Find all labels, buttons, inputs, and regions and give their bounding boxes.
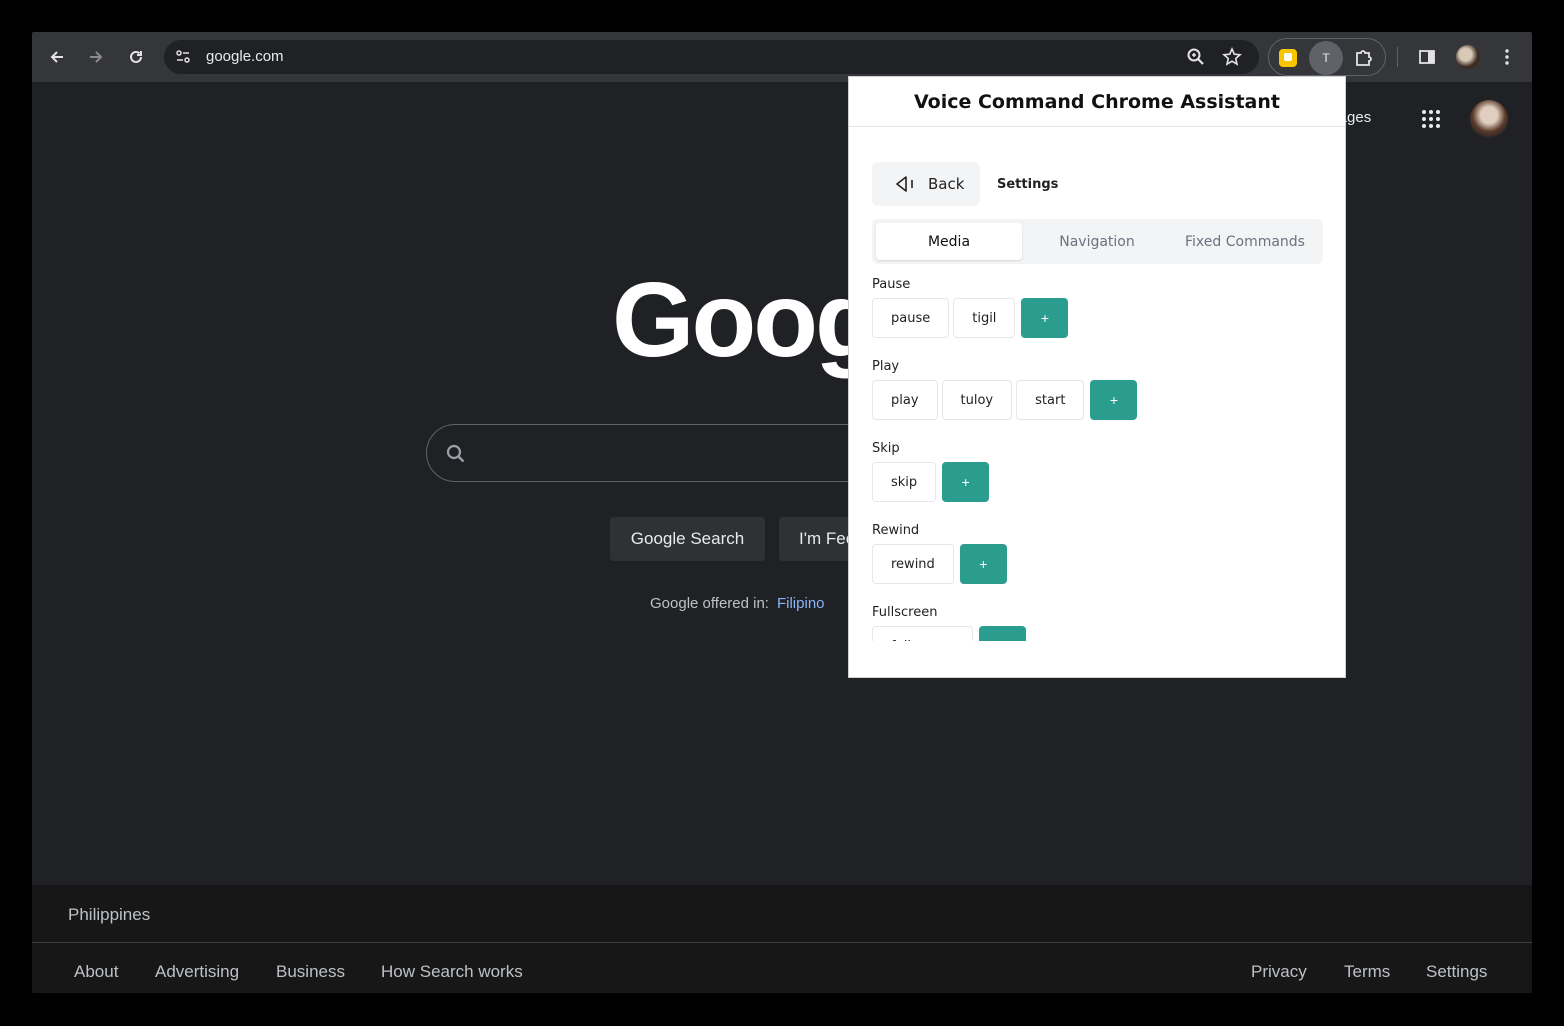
footer-link-settings[interactable]: Settings [1426,962,1487,982]
command-chip[interactable]: play [872,380,938,420]
settings-heading: Settings [997,177,1059,192]
back-arrow-icon [896,176,913,192]
google-footer: Philippines About Advertising Business H… [32,885,1532,993]
extension-popup: Voice Command Chrome Assistant Back Sett… [848,76,1346,678]
group-label-pause: Pause [872,277,911,292]
group-label-rewind: Rewind [872,523,920,538]
forward-arrow-icon[interactable] [81,42,111,72]
group-label-fullscreen: Fullscreen [872,605,938,620]
popup-title: Voice Command Chrome Assistant [849,77,1345,127]
add-command-button[interactable]: + [942,462,990,502]
extensions-group: T [1268,38,1386,76]
command-chip[interactable]: tigil [953,298,1016,338]
url-text[interactable]: google.com [206,48,284,65]
browser-toolbar: google.com T [32,32,1532,82]
side-panel-icon[interactable] [1412,42,1442,72]
menu-kebab-icon[interactable] [1492,42,1522,72]
footer-link-about[interactable]: About [74,962,118,982]
footer-link-terms[interactable]: Terms [1344,962,1390,982]
bookmark-star-icon[interactable] [1222,47,1242,67]
popup-content[interactable]: Back Settings Media Navigation Fixed Com… [849,128,1345,641]
add-command-button[interactable]: + [1090,380,1138,420]
voice-command-extension-icon[interactable]: T [1309,41,1343,75]
browser-window: google.com T Images Google Google Search… [32,32,1532,993]
command-chip[interactable]: tuloy [941,380,1013,420]
footer-link-how-search-works[interactable]: How Search works [381,962,523,982]
command-chip[interactable]: rewind [872,544,954,584]
search-icon [446,444,465,463]
command-chips-rewind: rewind + [872,544,1007,584]
command-chips-play: play tuloy start + [872,380,1138,420]
site-info-icon[interactable] [174,48,192,66]
command-chips-fullscreen: fullscreen + [872,626,1027,641]
apps-grid-icon[interactable] [1420,108,1442,130]
zoom-icon[interactable] [1186,47,1206,67]
back-label: Back [928,175,965,193]
tab-fixed-commands[interactable]: Fixed Commands [1172,223,1318,260]
footer-link-advertising[interactable]: Advertising [155,962,239,982]
extension-yellow-icon[interactable] [1279,49,1297,67]
language-offer: Google offered in: Filipino [650,595,825,612]
google-account-avatar[interactable] [1470,100,1508,138]
back-arrow-icon[interactable] [42,42,72,72]
group-label-play: Play [872,359,900,374]
add-command-button[interactable]: + [959,544,1007,584]
group-label-skip: Skip [872,441,900,456]
profile-avatar[interactable] [1456,45,1480,69]
footer-country: Philippines [68,905,151,924]
google-page: Images Google Google Search I'm Feeling … [32,76,1532,993]
command-chips-pause: pause tigil + [872,298,1069,338]
tab-media[interactable]: Media [876,223,1022,260]
tab-navigation[interactable]: Navigation [1024,223,1170,260]
footer-link-business[interactable]: Business [276,962,345,982]
google-search-button[interactable]: Google Search [610,517,765,561]
reload-icon[interactable] [121,42,151,72]
command-chip[interactable]: start [1016,380,1085,420]
toolbar-divider [1397,47,1398,67]
add-command-button[interactable]: + [979,626,1027,641]
language-link-filipino[interactable]: Filipino [777,595,825,612]
command-chip[interactable]: fullscreen [872,626,974,641]
offered-label: Google offered in: [650,595,769,612]
command-chips-skip: skip + [872,462,990,502]
command-chip[interactable]: pause [872,298,950,338]
category-tabs: Media Navigation Fixed Commands [872,219,1323,264]
footer-divider [32,942,1532,943]
command-chip[interactable]: skip [872,462,937,502]
address-bar[interactable]: google.com [164,40,1259,74]
add-command-button[interactable]: + [1021,298,1069,338]
extensions-puzzle-icon[interactable] [1353,47,1375,69]
footer-link-privacy[interactable]: Privacy [1251,962,1307,982]
back-button[interactable]: Back [872,162,980,206]
